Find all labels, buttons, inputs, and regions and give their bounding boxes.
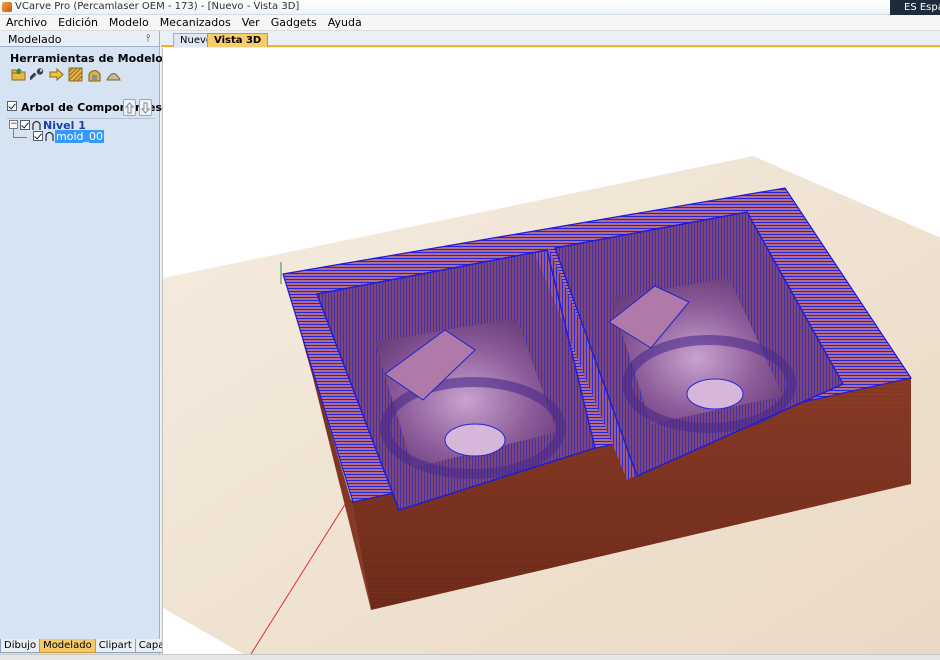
tree-connector [13, 137, 27, 138]
modeling-panel: Modelado ⫯ Herramientas de Modelo 3D Arb… [0, 31, 183, 656]
component-label: mold_00 [55, 130, 104, 143]
texture-icon[interactable] [67, 66, 83, 82]
level-icon [32, 120, 41, 130]
wrench-icon[interactable] [29, 66, 45, 82]
tools-section-title: Herramientas de Modelo 3D [10, 52, 184, 65]
3d-viewport[interactable] [162, 48, 940, 654]
language-indicator[interactable]: ES Español [890, 0, 940, 15]
component-icon [45, 131, 54, 141]
tab-vista-3d[interactable]: Vista 3D [207, 33, 269, 47]
menu-mecanizados[interactable]: Mecanizados [154, 15, 236, 31]
title-bar: VCarve Pro (Percamlaser OEM - 173) - [Nu… [0, 0, 940, 15]
tab-clipart[interactable]: Clipart [94, 639, 136, 653]
right-ring-hole [686, 378, 744, 410]
mold-lock-icon[interactable] [86, 66, 102, 82]
menu-edicion[interactable]: Edición [52, 15, 103, 31]
menu-archivo[interactable]: Archivo [0, 15, 52, 31]
import-model-icon[interactable] [10, 66, 26, 82]
panel-title: Modelado [8, 33, 62, 46]
tab-dibujo[interactable]: Dibujo [0, 639, 41, 653]
move-up-button[interactable] [123, 99, 136, 116]
menu-bar: Archivo Edición Modelo Mecanizados Ver G… [0, 15, 940, 31]
3d-scene [163, 156, 940, 654]
panel-tabs: Dibujo Modelado Clipart Capas [0, 639, 174, 654]
left-ring-hole [444, 423, 506, 457]
move-arrow-icon[interactable] [48, 66, 64, 82]
panel-header: Modelado ⫯ [0, 31, 159, 47]
window-title: VCarve Pro (Percamlaser OEM - 173) - [Nu… [15, 1, 300, 12]
component-checkbox[interactable] [33, 131, 43, 141]
status-bar [0, 654, 940, 660]
menu-gadgets[interactable]: Gadgets [265, 15, 322, 31]
move-down-button[interactable] [139, 99, 152, 116]
menu-modelo[interactable]: Modelo [103, 15, 154, 31]
model-tools-toolbar [10, 66, 121, 82]
app-icon [2, 2, 12, 12]
menu-ayuda[interactable]: Ayuda [322, 15, 367, 31]
tree-visibility-checkbox[interactable] [7, 101, 17, 111]
component-tree-header: Arbol de Componentes [7, 99, 162, 117]
pin-icon[interactable]: ⫯ [146, 33, 150, 44]
dome-icon[interactable] [105, 66, 121, 82]
menu-ver[interactable]: Ver [236, 15, 265, 31]
level-checkbox[interactable] [20, 120, 30, 130]
tab-modelado[interactable]: Modelado [39, 639, 96, 653]
document-tabs: Nuevo Vista 3D [161, 31, 940, 47]
